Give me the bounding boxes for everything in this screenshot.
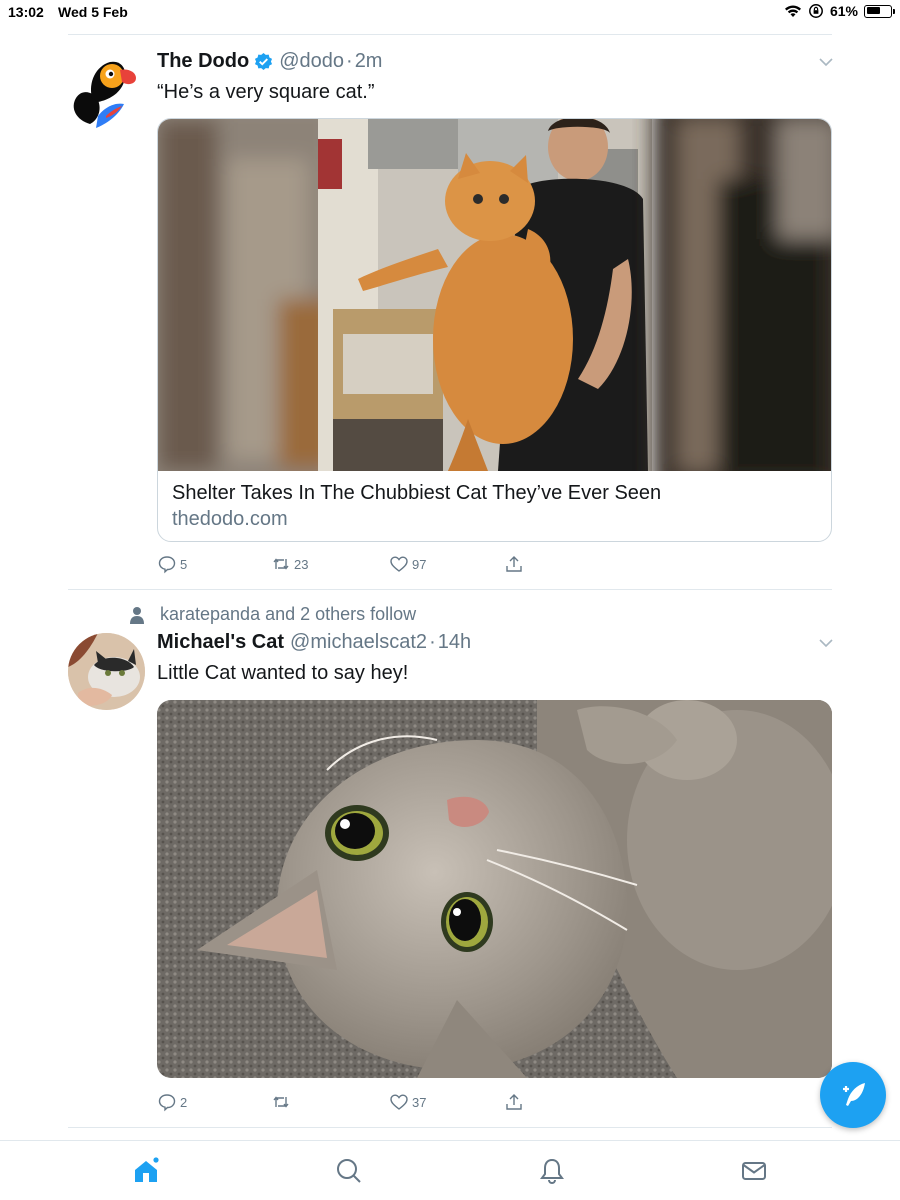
tweet-actions: 5 23 97 xyxy=(157,554,657,576)
compose-feather-icon xyxy=(843,1083,865,1106)
status-bar: 13:02 Wed 5 Feb 61% xyxy=(0,0,900,24)
avatar-photo xyxy=(68,633,145,710)
status-time: 13:02 xyxy=(8,4,44,20)
retweet-count: 23 xyxy=(294,556,309,572)
like-button[interactable]: 37 xyxy=(389,1092,426,1112)
chevron-down-icon[interactable] xyxy=(818,54,834,70)
notifications-icon[interactable] xyxy=(538,1157,566,1185)
display-name[interactable]: Michael's Cat xyxy=(157,631,284,654)
share-icon xyxy=(506,556,522,572)
retweet-button[interactable] xyxy=(271,1092,294,1112)
social-context: karatepanda and 2 others follow xyxy=(130,604,416,625)
like-count: 97 xyxy=(412,556,427,572)
avatar[interactable] xyxy=(68,54,145,131)
tweet-actions: 2 37 xyxy=(157,1092,657,1114)
battery-icon xyxy=(864,4,895,18)
handle[interactable]: @dodo xyxy=(279,50,344,73)
separator-dot: · xyxy=(346,50,353,72)
reply-button[interactable]: 5 xyxy=(157,554,187,574)
reply-count: 5 xyxy=(180,556,188,572)
like-count: 37 xyxy=(412,1094,427,1110)
person-icon xyxy=(130,606,144,624)
battery-percent: 61% xyxy=(829,3,858,19)
divider xyxy=(68,1127,832,1128)
card-image xyxy=(158,119,831,471)
like-button[interactable]: 97 xyxy=(389,554,426,574)
status-indicators: 61% xyxy=(784,3,895,19)
share-button[interactable] xyxy=(504,1092,524,1112)
share-icon xyxy=(506,1094,522,1110)
wifi-icon xyxy=(784,5,801,17)
tweet-text: Little Cat wanted to say hey! xyxy=(157,662,409,684)
social-context-text[interactable]: karatepanda and 2 others follow xyxy=(160,604,416,625)
timestamp[interactable]: 14h xyxy=(438,631,471,654)
reply-icon xyxy=(158,556,176,574)
card-domain: thedodo.com xyxy=(172,508,288,530)
rotation-lock-icon xyxy=(809,4,823,18)
search-icon[interactable] xyxy=(335,1157,363,1185)
compose-tweet-button[interactable] xyxy=(820,1062,886,1128)
tweet-text: “He’s a very square cat.” xyxy=(157,81,375,103)
timestamp[interactable]: 2m xyxy=(355,50,383,73)
separator-dot: · xyxy=(429,631,436,653)
avatar[interactable] xyxy=(68,633,145,710)
retweet-button[interactable]: 23 xyxy=(271,554,308,574)
link-card[interactable]: Shelter Takes In The Chubbiest Cat They’… xyxy=(157,118,832,542)
tweet-header: Michael's Cat @michaelscat2 · 14h xyxy=(157,631,471,654)
reply-icon xyxy=(158,1094,176,1112)
card-title: Shelter Takes In The Chubbiest Cat They’… xyxy=(172,482,662,504)
tweet-photo[interactable] xyxy=(157,700,832,1078)
share-button[interactable] xyxy=(504,554,524,574)
verified-badge-icon xyxy=(255,52,273,71)
dodo-logo-icon xyxy=(73,61,136,128)
retweet-icon xyxy=(273,1096,289,1108)
divider xyxy=(68,34,832,35)
tweet-header: The Dodo @dodo · 2m xyxy=(157,50,382,73)
home-icon[interactable] xyxy=(132,1157,160,1185)
display-name[interactable]: The Dodo xyxy=(157,50,249,73)
chevron-down-icon[interactable] xyxy=(818,635,834,651)
divider xyxy=(68,589,832,590)
heart-icon xyxy=(390,1094,408,1110)
status-date: Wed 5 Feb xyxy=(58,4,128,20)
handle[interactable]: @michaelscat2 xyxy=(290,631,427,654)
tab-bar xyxy=(0,1140,900,1200)
messages-icon[interactable] xyxy=(740,1157,768,1185)
retweet-icon xyxy=(273,558,289,570)
reply-count: 2 xyxy=(180,1094,188,1110)
reply-button[interactable]: 2 xyxy=(157,1092,187,1112)
heart-icon xyxy=(390,556,408,572)
